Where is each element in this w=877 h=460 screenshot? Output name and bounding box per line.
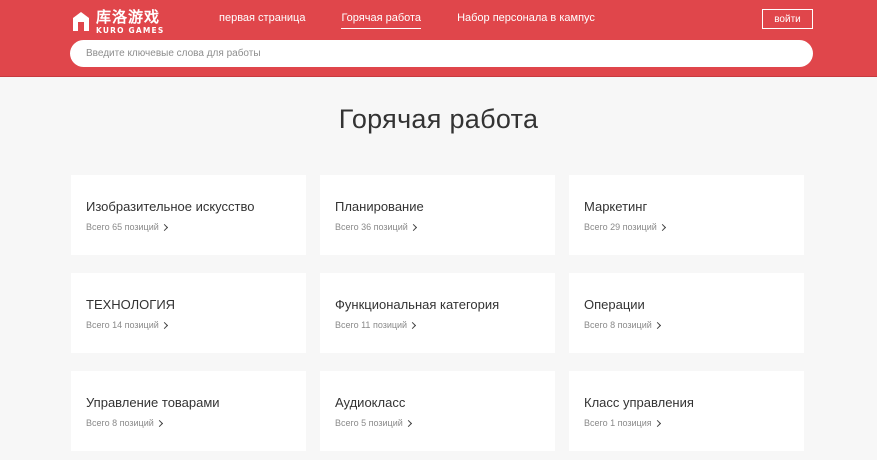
category-count: Всего 8 позиций xyxy=(86,418,163,428)
nav-item-campus-recruitment[interactable]: Набор персонала в кампус xyxy=(457,12,595,24)
nav-item-hot-jobs[interactable]: Горячая работа xyxy=(341,12,421,29)
category-count-text: Всего 8 позиций xyxy=(86,418,154,428)
category-title: Изобразительное искусство xyxy=(86,199,255,214)
category-card[interactable]: Аудиокласс Всего 5 позиций xyxy=(320,371,555,451)
category-card[interactable]: Изобразительное искусство Всего 65 позиц… xyxy=(71,175,306,255)
category-count: Всего 5 позиций xyxy=(335,418,412,428)
category-count: Всего 29 позиций xyxy=(584,222,666,232)
category-count-text: Всего 8 позиций xyxy=(584,320,652,330)
logo-text-en: KURO GAMES xyxy=(96,25,165,35)
category-count-text: Всего 36 позиций xyxy=(335,222,408,232)
brand-logo[interactable]: 库洛游戏 KURO GAMES xyxy=(70,8,180,36)
chevron-right-icon xyxy=(653,321,661,329)
category-card[interactable]: ТЕХНОЛОГИЯ Всего 14 позиций xyxy=(71,273,306,353)
category-count-text: Всего 11 позиций xyxy=(335,320,408,330)
chevron-right-icon xyxy=(409,223,417,231)
category-title: Операции xyxy=(584,297,645,312)
page-title: Горячая работа xyxy=(338,104,539,134)
category-title: Класс управления xyxy=(584,395,694,410)
category-count: Всего 1 позиция xyxy=(584,418,661,428)
chevron-right-icon xyxy=(160,223,168,231)
category-card[interactable]: Управление товарами Всего 8 позиций xyxy=(71,371,306,451)
category-card[interactable]: Операции Всего 8 позиций xyxy=(569,273,804,353)
main-nav: первая страница Горячая работа Набор пер… xyxy=(219,0,631,36)
category-count-text: Всего 5 позиций xyxy=(335,418,403,428)
category-title: Маркетинг xyxy=(584,199,648,214)
category-count-text: Всего 65 позиций xyxy=(86,222,159,232)
search-input[interactable] xyxy=(70,40,813,67)
category-card[interactable]: Планирование Всего 36 позиций xyxy=(320,175,555,255)
login-button[interactable]: войти xyxy=(762,9,813,29)
category-card[interactable]: Класс управления Всего 1 позиция xyxy=(569,371,804,451)
nav-item-home[interactable]: первая страница xyxy=(219,12,305,24)
chevron-right-icon xyxy=(404,419,412,427)
category-count-text: Всего 29 позиций xyxy=(584,222,657,232)
kuro-logo-icon xyxy=(73,12,89,31)
category-count: Всего 36 позиций xyxy=(335,222,417,232)
category-title: Аудиокласс xyxy=(335,395,406,410)
chevron-right-icon xyxy=(409,321,417,329)
category-grid: Изобразительное искусство Всего 65 позиц… xyxy=(71,175,805,460)
category-card[interactable]: Маркетинг Всего 29 позиций xyxy=(569,175,804,255)
category-count: Всего 11 позиций xyxy=(335,320,417,330)
category-count-text: Всего 1 позиция xyxy=(584,418,652,428)
chevron-right-icon xyxy=(160,321,168,329)
category-count: Всего 14 позиций xyxy=(86,320,168,330)
logo-text-cn: 库洛游戏 xyxy=(96,7,161,26)
category-title: Функциональная категория xyxy=(335,297,500,312)
chevron-right-icon xyxy=(155,419,163,427)
category-title: Планирование xyxy=(335,199,424,214)
category-count-text: Всего 14 позиций xyxy=(86,320,159,330)
category-count: Всего 65 позиций xyxy=(86,222,168,232)
category-title: Управление товарами xyxy=(86,395,220,410)
chevron-right-icon xyxy=(658,223,666,231)
category-title: ТЕХНОЛОГИЯ xyxy=(86,297,176,312)
category-card[interactable]: Функциональная категория Всего 11 позици… xyxy=(320,273,555,353)
chevron-right-icon xyxy=(653,419,661,427)
category-count: Всего 8 позиций xyxy=(584,320,661,330)
site-header: 库洛游戏 KURO GAMES первая страница Горячая … xyxy=(0,0,877,77)
